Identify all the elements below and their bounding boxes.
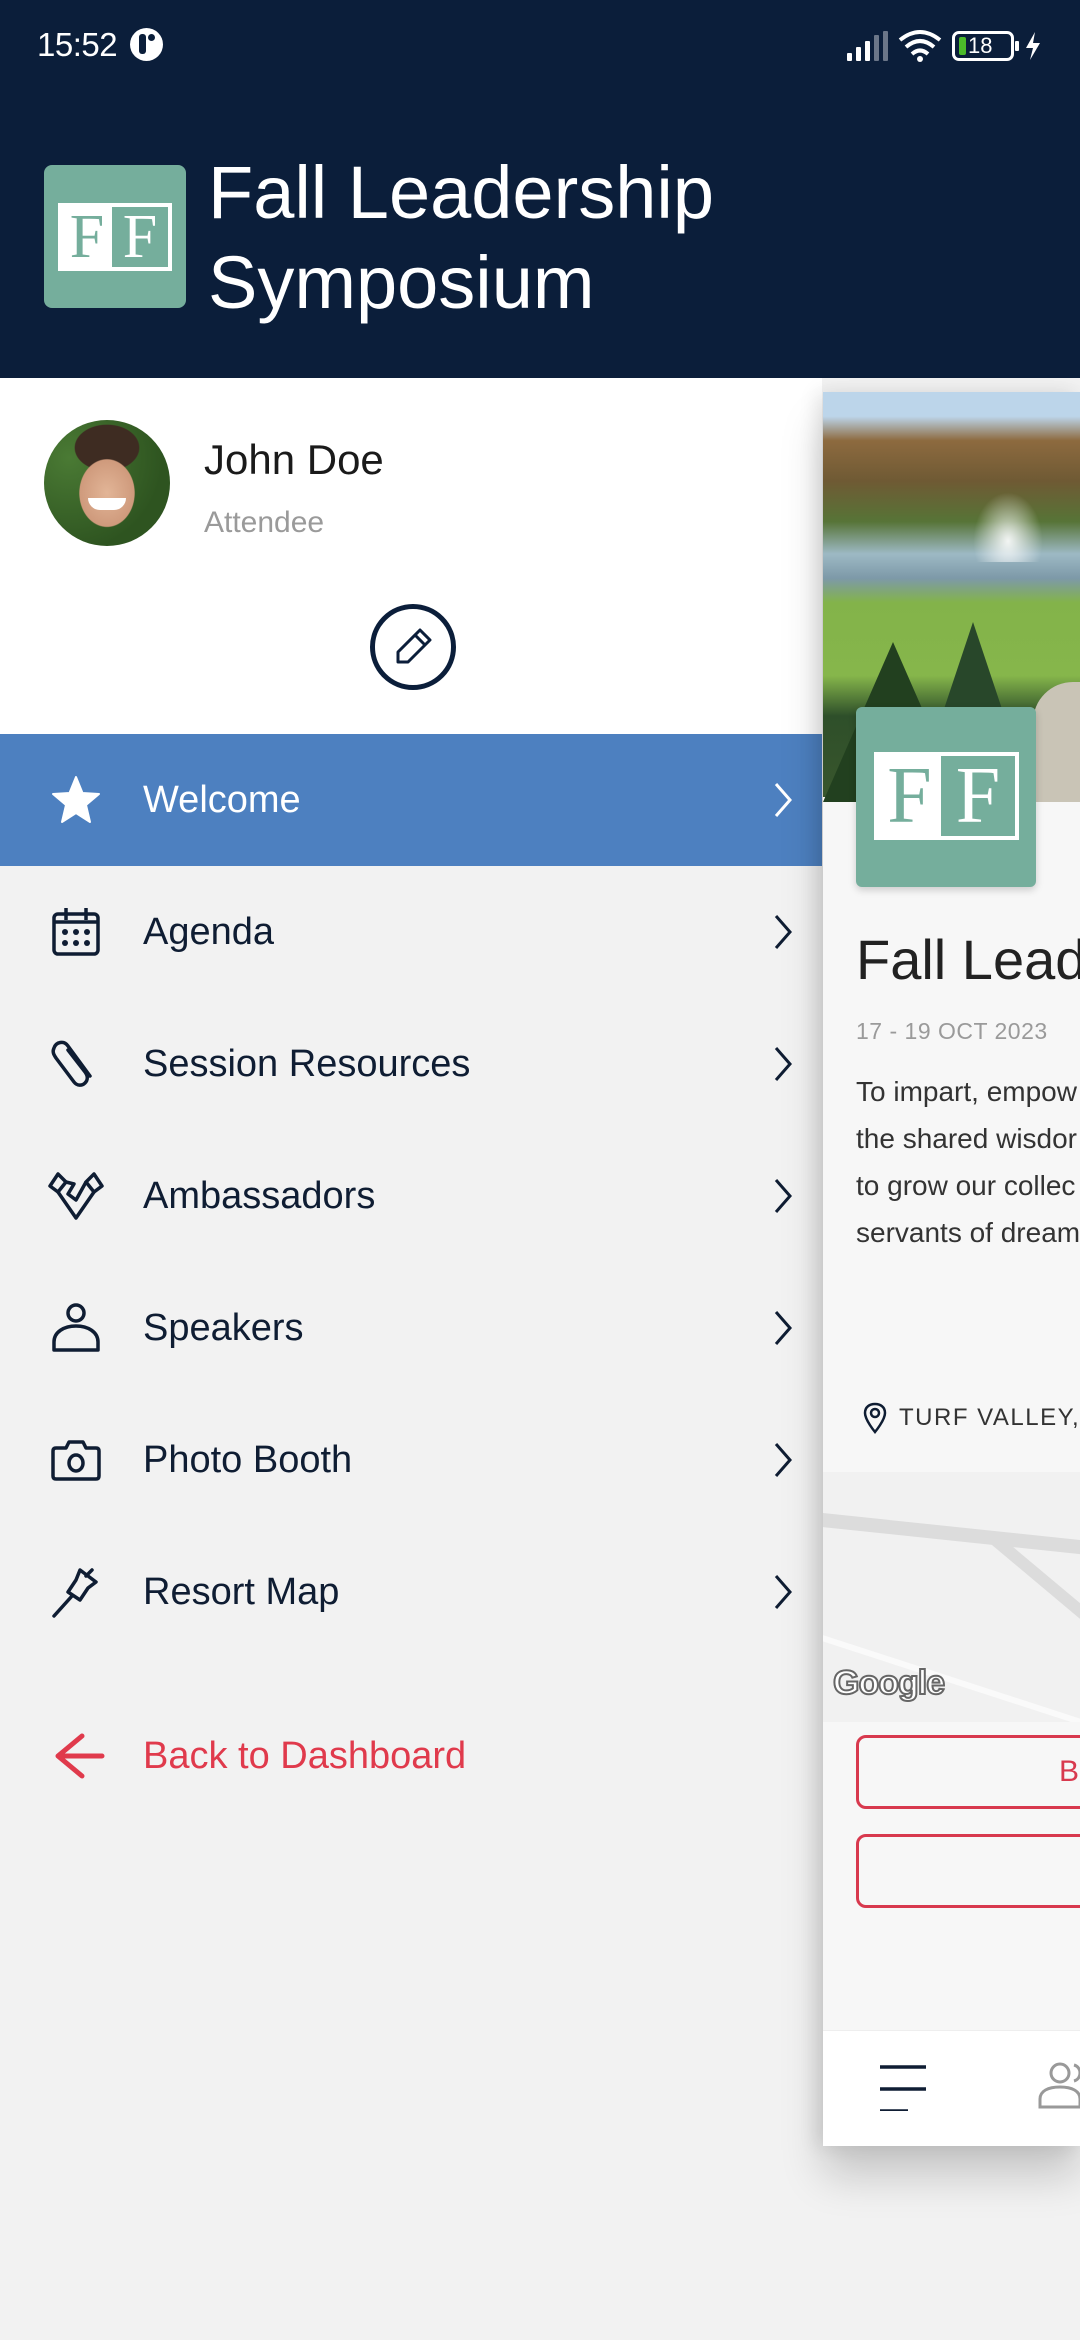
arrow-left-icon <box>55 1733 105 1779</box>
user-name: John Doe <box>204 436 384 483</box>
chevron-right-icon <box>774 1575 792 1609</box>
logo-mark: F F <box>874 752 1019 840</box>
bottom-navigation <box>823 2030 1080 2146</box>
map-pin-icon <box>863 1402 887 1434</box>
charging-icon <box>1026 32 1040 60</box>
menu-item-label: Session Resources <box>143 1042 471 1085</box>
profile-section: John Doe Attendee <box>0 378 822 734</box>
event-title: Fall Lead <box>856 928 1080 991</box>
avatar <box>44 420 170 546</box>
back-to-dashboard-label: Back to Dashboard <box>143 1734 467 1777</box>
event-description: To impart, empow the shared wisdor to gr… <box>856 1076 1080 1248</box>
location-map[interactable]: Google <box>823 1472 1080 1722</box>
app-logo: F F <box>44 165 186 308</box>
main-content-preview[interactable]: F F Fall Lead 17 - 19 OCT 2023 To impart… <box>823 392 1080 2146</box>
status-icons: 18 <box>847 28 1042 64</box>
back-to-dashboard-link[interactable]: Back to Dashboard <box>0 1690 822 1822</box>
menu-item-welcome[interactable]: Welcome <box>0 734 822 866</box>
chevron-right-icon <box>774 915 792 949</box>
logo-mark: F F <box>58 203 172 271</box>
menu-item-label: Speakers <box>143 1306 304 1349</box>
menu-item-label: Ambassadors <box>143 1174 376 1217</box>
notification-app-icon <box>130 28 163 61</box>
star-icon <box>46 770 106 830</box>
event-logo: F F <box>856 707 1036 887</box>
paperclip-icon <box>46 1034 106 1094</box>
handshake-icon <box>46 1166 106 1226</box>
user-role: Attendee <box>204 506 325 539</box>
chevron-right-icon <box>774 1179 792 1213</box>
pencil-icon <box>396 628 432 664</box>
menu-item-label: Welcome <box>143 778 301 821</box>
calendar-icon <box>46 902 106 962</box>
status-bar: 15:52 18 <box>0 0 1080 92</box>
event-location: TURF VALLEY, <box>863 1402 1080 1434</box>
menu-item-speakers[interactable]: Speakers <box>0 1262 822 1394</box>
pushpin-icon <box>46 1562 106 1622</box>
event-action-button-1[interactable]: B <box>856 1735 1080 1809</box>
menu-item-photo-booth[interactable]: Photo Booth <box>0 1394 822 1526</box>
map-attribution: Google <box>832 1663 946 1703</box>
menu-item-ambassadors[interactable]: Ambassadors <box>0 1130 822 1262</box>
app-title: Fall Leadership Symposium <box>208 151 714 324</box>
chevron-right-icon <box>774 1047 792 1081</box>
button-label: B <box>1059 1755 1080 1788</box>
battery-level: 18 <box>968 33 993 58</box>
menu-item-agenda[interactable]: Agenda <box>0 866 822 998</box>
people-icon[interactable] <box>1038 2061 1080 2111</box>
menu-item-label: Resort Map <box>143 1570 340 1613</box>
menu-icon[interactable] <box>878 2061 928 2111</box>
chevron-right-icon <box>774 783 792 817</box>
location-text: TURF VALLEY, <box>899 1404 1080 1431</box>
menu-item-resort-map[interactable]: Resort Map <box>0 1526 822 1658</box>
event-dates: 17 - 19 OCT 2023 <box>856 1018 1048 1044</box>
chevron-right-icon <box>774 1443 792 1477</box>
menu-item-session-resources[interactable]: Session Resources <box>0 998 822 1130</box>
status-time: 15:52 <box>37 26 118 63</box>
menu-item-label: Agenda <box>143 910 275 953</box>
camera-icon <box>46 1430 106 1490</box>
event-action-button-2[interactable] <box>856 1834 1080 1908</box>
wifi-icon <box>898 30 942 62</box>
edit-profile-button[interactable] <box>370 604 456 690</box>
chevron-right-icon <box>774 1311 792 1345</box>
menu-item-label: Photo Booth <box>143 1438 353 1481</box>
signal-icon <box>847 31 888 61</box>
person-icon <box>46 1298 106 1358</box>
drawer-menu: Welcome Agenda Session Resources Ambassa… <box>0 734 822 1658</box>
app-header: 15:52 18 F F Fall Leadership Symposium <box>0 0 1080 378</box>
battery-icon: 18 <box>952 31 1019 61</box>
